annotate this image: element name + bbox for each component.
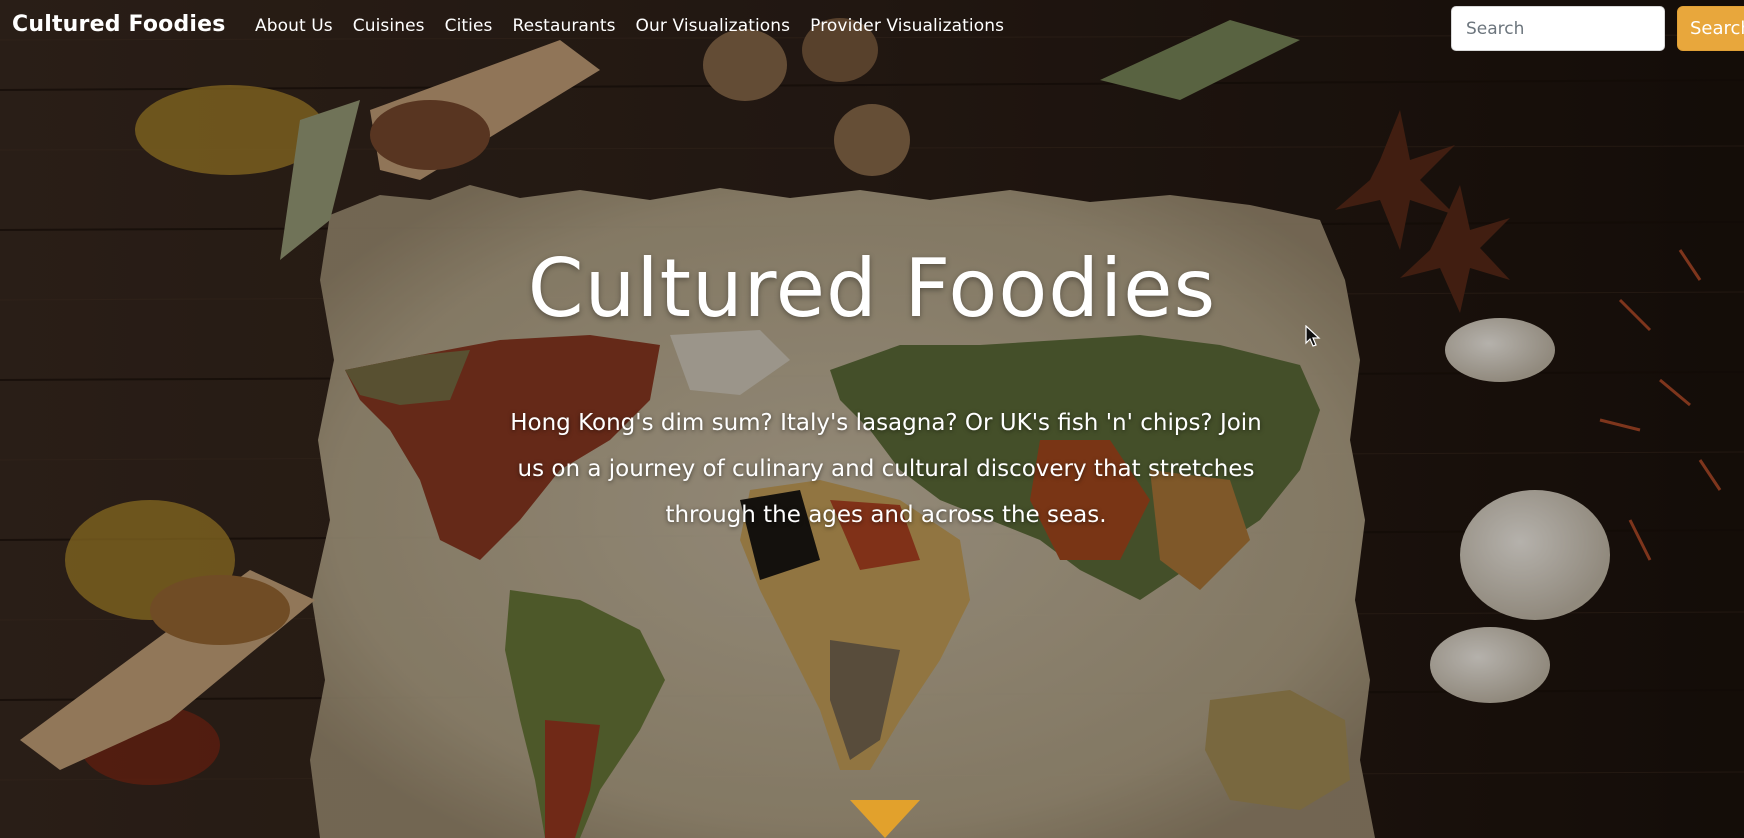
nav-links: About Us Cuisines Cities Restaurants Our… [255, 16, 1004, 36]
landing-page: Cultured Foodies About Us Cuisines Citie… [0, 0, 1744, 838]
brand-logo-link[interactable]: Cultured Foodies [12, 12, 226, 37]
nav-link-cities[interactable]: Cities [445, 16, 493, 36]
nav-link-restaurants[interactable]: Restaurants [513, 16, 616, 36]
triangle-down-icon[interactable] [850, 800, 920, 838]
nav-link-provider-visualizations[interactable]: Provider Visualizations [810, 16, 1004, 36]
hero-title: Cultured Foodies [527, 242, 1217, 335]
mouse-cursor-icon [1305, 325, 1321, 347]
search-input[interactable] [1451, 6, 1665, 51]
hero-subtitle: Hong Kong's dim sum? Italy's lasagna? Or… [510, 410, 1262, 528]
search-button[interactable]: Search [1677, 6, 1744, 51]
nav-link-our-visualizations[interactable]: Our Visualizations [636, 16, 791, 36]
nav-link-about-us[interactable]: About Us [255, 16, 333, 36]
nav-link-cuisines[interactable]: Cuisines [353, 16, 425, 36]
top-navbar: Cultured Foodies About Us Cuisines Citie… [0, 0, 1744, 56]
